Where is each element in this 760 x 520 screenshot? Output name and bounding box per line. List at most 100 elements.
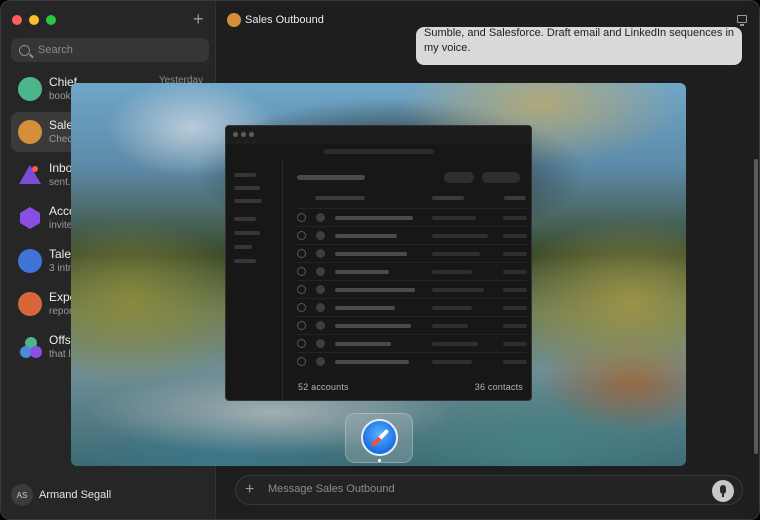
thumbnail-radio: [297, 339, 306, 348]
thumbnail-cell-bar: [503, 342, 527, 346]
conversation-preview: Chec: [49, 134, 73, 145]
thumbnail-nav-line: [234, 199, 262, 203]
message-line: my voice.: [424, 42, 471, 54]
app-window: + Chief book Yesterday Sales Chec Inbox …: [0, 0, 760, 520]
thumbnail-row: [297, 208, 527, 226]
thumbnail-radio: [297, 285, 306, 294]
new-conversation-button[interactable]: +: [193, 10, 204, 28]
monitor-icon[interactable]: [737, 15, 747, 26]
thumbnail-radio: [297, 321, 306, 330]
conversation-preview: that l: [49, 349, 71, 360]
app-screenshot-thumbnail: 52 accounts 36 contacts: [225, 125, 532, 401]
thumbnail-cell-bar: [432, 342, 478, 346]
thumbnail-nav-line: [234, 245, 252, 249]
triangle-avatar-icon: [18, 163, 42, 187]
thumbnail-dot: [233, 132, 238, 137]
thumbnail-avatar: [316, 267, 325, 276]
accounts-count: 52 accounts: [298, 382, 349, 392]
message-composer: +: [235, 475, 743, 505]
thumbnail-cell-bar: [503, 324, 527, 328]
thumbnail-cell-bar: [432, 288, 484, 292]
thumbnail-cell-bar: [432, 324, 468, 328]
thumbnail-radio: [297, 303, 306, 312]
conversation-name: Offsi: [49, 333, 74, 347]
chat-avatar: [227, 13, 241, 27]
screenshot-preview-overlay: 52 accounts 36 contacts: [71, 83, 686, 466]
thumbnail-cell-bar: [335, 252, 407, 256]
dock-running-indicator: [378, 459, 381, 462]
thumbnail-cell-bar: [335, 306, 395, 310]
thumbnail-row: [297, 316, 527, 334]
search-input[interactable]: [38, 44, 198, 56]
thumbnail-row: [297, 226, 527, 244]
thumbnail-cell-bar: [432, 252, 480, 256]
safari-compass-icon[interactable]: [361, 419, 398, 456]
close-window-button[interactable]: [12, 15, 22, 25]
minimize-window-button[interactable]: [29, 15, 39, 25]
thumbnail-nav-line: [234, 217, 256, 221]
thumbnail-avatar: [316, 321, 325, 330]
user-name: Armand Segall: [39, 489, 112, 501]
message-line: Sumble, and Salesforce. Draft email and …: [424, 27, 735, 39]
conversation-avatar: [18, 292, 42, 316]
thumbnail-avatar: [316, 249, 325, 258]
thumbnail-radio: [297, 231, 306, 240]
thumbnail-cell-bar: [503, 252, 527, 256]
thumbnail-nav-line: [234, 173, 256, 177]
attach-button[interactable]: +: [245, 481, 254, 499]
thumbnail-nav-line: [234, 186, 260, 190]
dock: [345, 413, 413, 463]
thumbnail-cell-bar: [335, 360, 409, 364]
contacts-count: 36 contacts: [474, 382, 523, 392]
thumbnail-filter-pill: [444, 172, 474, 183]
conversation-preview: repor: [49, 306, 73, 317]
thumbnail-avatar: [316, 285, 325, 294]
thumbnail-radio: [297, 213, 306, 222]
thumbnail-cell-bar: [503, 288, 527, 292]
thumbnail-cell-bar: [503, 360, 527, 364]
thumbnail-row: [297, 244, 527, 262]
thumbnail-row: [297, 262, 527, 280]
chat-title: Sales Outbound: [245, 14, 324, 26]
conversation-avatar: [18, 249, 42, 273]
microphone-icon[interactable]: [712, 480, 734, 502]
thumbnail-cell-bar: [432, 216, 476, 220]
thumbnail-sidebar: [226, 159, 283, 400]
thumbnail-column-header: [432, 196, 464, 200]
thumbnail-cell-bar: [503, 234, 527, 238]
thumbnail-dot: [249, 132, 254, 137]
message-input[interactable]: [268, 483, 668, 495]
thumbnail-cell-bar: [335, 234, 397, 238]
search-icon: [19, 44, 30, 56]
thumbnail-column-header: [315, 196, 365, 200]
conversation-preview: invite: [49, 220, 73, 231]
thumbnail-cell-bar: [432, 306, 472, 310]
thumbnail-row: [297, 352, 527, 370]
thumbnail-avatar: [316, 231, 325, 240]
thumbnail-heading: [297, 175, 365, 180]
thumbnail-column-header: [504, 196, 526, 200]
thumbnail-row: [297, 334, 527, 352]
thumbnail-radio: [297, 267, 306, 276]
thumbnail-row: [297, 280, 527, 298]
thumbnail-nav-line: [234, 231, 260, 235]
hexagon-avatar-icon: [18, 206, 42, 230]
search-bar[interactable]: [11, 38, 209, 62]
thumbnail-cell-bar: [503, 270, 527, 274]
thumbnail-cell-bar: [335, 324, 411, 328]
thumbnail-cell-bar: [432, 270, 472, 274]
thumbnail-cell-bar: [335, 270, 389, 274]
thumbnail-avatar: [316, 357, 325, 366]
thumbnail-filter-pill: [482, 172, 520, 183]
window-controls: [12, 15, 56, 25]
thumbnail-row: [297, 298, 527, 316]
thumbnail-radio: [297, 249, 306, 258]
thumbnail-cell-bar: [503, 306, 527, 310]
conversation-avatar: [18, 77, 42, 101]
chat-scrollbar[interactable]: [754, 159, 758, 454]
thumbnail-titlebar: [226, 126, 531, 144]
zoom-window-button[interactable]: [46, 15, 56, 25]
conversation-preview: 3 intr: [49, 263, 72, 274]
user-profile[interactable]: AS Armand Segall: [11, 484, 111, 506]
thumbnail-cell-bar: [335, 216, 413, 220]
